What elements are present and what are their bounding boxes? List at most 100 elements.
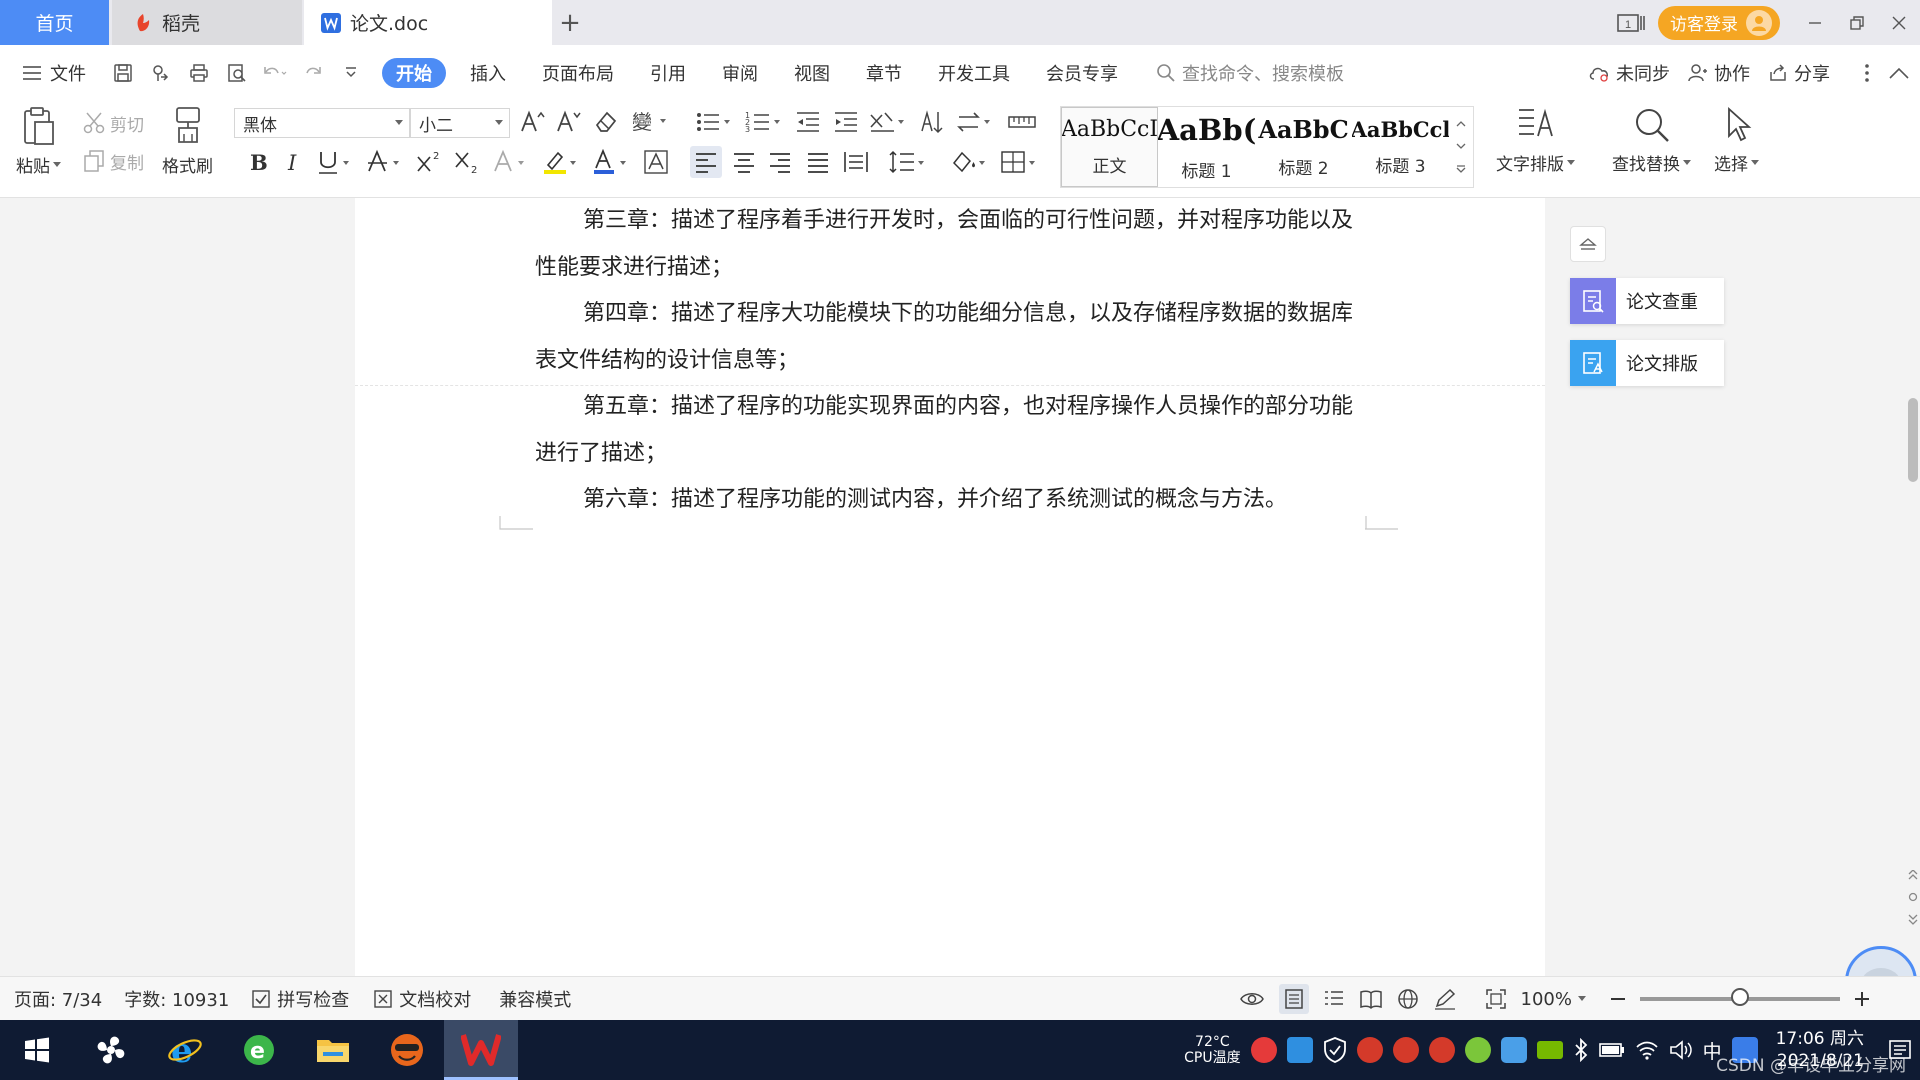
distributed-align-icon[interactable] [840,146,872,178]
tray-qq-icon[interactable] [1356,1037,1383,1063]
tray-network-monitor-icon[interactable] [1286,1037,1313,1063]
customize-toolbar-icon[interactable] [332,58,370,88]
chinese-layout-icon[interactable] [866,106,910,138]
select-browse-object-icon[interactable] [1908,892,1918,902]
zoom-slider[interactable] [1640,988,1840,1006]
tray-shield-icon[interactable] [1323,1037,1347,1063]
menu-tab-references[interactable]: 引用 [632,58,704,88]
collapse-panel-button[interactable] [1570,226,1606,262]
shading-icon[interactable] [948,146,992,178]
justify-icon[interactable] [802,146,834,178]
phonetic-guide-icon[interactable]: 變 [628,106,672,138]
zoom-out-icon[interactable] [1610,991,1626,1007]
paragraph[interactable]: 第四章：描述了程序大功能模块下的功能细分信息，以及存储程序数据的数据库表文件结构… [535,291,1365,384]
volume-icon[interactable] [1669,1040,1693,1060]
find-replace-button[interactable]: 查找替换 [1612,106,1691,175]
taskbar-app-browser[interactable]: e [222,1020,296,1080]
collapse-ribbon-icon[interactable] [1888,66,1910,80]
increase-indent-icon[interactable] [830,106,862,138]
menu-tab-home[interactable]: 开始 [382,57,446,88]
taskbar-app-explorer[interactable] [296,1020,370,1080]
tab-document[interactable]: 论文.doc [304,0,552,45]
decrease-indent-icon[interactable] [792,106,824,138]
highlight-icon[interactable] [540,146,584,178]
minimize-icon[interactable] [1794,0,1836,45]
copy-button[interactable]: 复制 [82,146,144,176]
more-options-icon[interactable] [1864,63,1870,83]
restore-icon[interactable] [1836,0,1878,45]
menu-tab-chapter[interactable]: 章节 [848,58,920,88]
zoom-in-icon[interactable] [1854,991,1870,1007]
write-mode-icon[interactable] [1433,988,1457,1010]
scrollbar-thumb[interactable] [1908,398,1918,482]
taskbar-app-fan[interactable] [74,1020,148,1080]
web-view-icon[interactable] [1397,988,1419,1010]
menu-tab-insert[interactable]: 插入 [452,58,524,88]
align-left-icon[interactable] [690,146,722,178]
undo-icon[interactable] [256,58,294,88]
subscript-icon[interactable]: 2 [452,146,484,178]
tray-blue-app-icon[interactable] [1500,1037,1527,1063]
align-right-icon[interactable] [764,146,796,178]
strikethrough-icon[interactable] [364,146,410,178]
style-gallery-scroller[interactable] [1449,107,1473,187]
wifi-icon[interactable] [1635,1040,1659,1060]
font-name-dropdown[interactable]: 黑体 [234,108,410,138]
menu-tab-review[interactable]: 审阅 [704,58,776,88]
export-icon[interactable] [142,58,180,88]
collaborate-button[interactable]: 协作 [1688,60,1750,86]
format-painter-button[interactable]: 格式刷 [162,106,213,177]
reading-view-icon[interactable] [1359,988,1383,1010]
tray-qq-icon[interactable] [1428,1037,1455,1063]
paper-layout-button[interactable]: 论文排版 [1570,340,1724,386]
tab-daoke[interactable]: 稻壳 [112,0,302,45]
paragraph[interactable]: 第五章：描述了程序的功能实现界面的内容，也对程序操作人员操作的部分功能进行了描述… [535,384,1365,477]
font-size-dropdown[interactable]: 小二 [410,108,510,138]
style-heading-3[interactable]: AaBbCcl 标题 3 [1352,107,1449,187]
style-heading-2[interactable]: AaBbC 标题 2 [1255,107,1352,187]
page-indicator[interactable]: 页面: 7/34 [14,986,102,1012]
show-hide-marks-icon[interactable] [954,106,998,138]
paste-button[interactable]: 粘贴 [16,106,61,177]
increase-font-icon[interactable] [516,106,548,138]
paragraph[interactable]: 第三章：描述了程序着手进行开发时，会面临的可行性问题，并对程序功能以及性能要求进… [535,198,1365,291]
sort-icon[interactable] [916,106,948,138]
spell-check-button[interactable]: 拼写检查 [251,986,349,1012]
redo-icon[interactable] [294,58,332,88]
menu-tab-member[interactable]: 会员专享 [1028,58,1136,88]
visitor-login-button[interactable]: 访客登录 [1658,5,1780,40]
decrease-font-icon[interactable] [552,106,584,138]
align-center-icon[interactable] [728,146,760,178]
paragraph[interactable]: 第六章：描述了程序功能的测试内容，并介绍了系统测试的概念与方法。 [535,477,1365,524]
taskbar-app-wps[interactable] [444,1020,518,1080]
cpu-temp-widget[interactable]: 72°C CPU温度 [1184,1034,1240,1066]
share-button[interactable]: 分享 [1768,60,1830,86]
vertical-scrollbar[interactable] [1906,198,1920,976]
command-search[interactable]: 查找命令、搜索模板 [1156,60,1344,86]
tray-plus-app-icon[interactable] [1464,1037,1491,1063]
bluetooth-icon[interactable] [1573,1038,1589,1062]
menu-tab-developer[interactable]: 开发工具 [920,58,1028,88]
taskbar-app-ie[interactable]: e [148,1020,222,1080]
style-normal[interactable]: AaBbCcI 正文 [1061,107,1158,187]
borders-icon[interactable] [998,146,1042,178]
print-icon[interactable] [180,58,218,88]
font-color-icon[interactable] [590,146,634,178]
sync-status-button[interactable]: 未同步 [1588,60,1670,86]
numbered-list-icon[interactable]: 123 [742,106,786,138]
menu-tab-view[interactable]: 视图 [776,58,848,88]
start-button[interactable] [0,1020,74,1080]
bold-icon[interactable]: B [242,146,274,178]
fit-page-icon[interactable] [1485,988,1507,1010]
save-icon[interactable] [104,58,142,88]
word-count[interactable]: 字数: 10931 [124,986,229,1012]
superscript-icon[interactable]: 2 [414,146,446,178]
ruler-icon[interactable] [1004,106,1040,138]
eye-protection-icon[interactable] [1239,989,1265,1009]
zoom-level-dropdown[interactable]: 100% [1521,989,1586,1010]
next-page-icon[interactable] [1907,914,1919,926]
new-tab-button[interactable]: + [556,0,584,45]
tray-app-red-icon[interactable] [1250,1037,1277,1063]
style-heading-1[interactable]: AaBb( 标题 1 [1158,107,1255,187]
bullet-list-icon[interactable] [692,106,736,138]
